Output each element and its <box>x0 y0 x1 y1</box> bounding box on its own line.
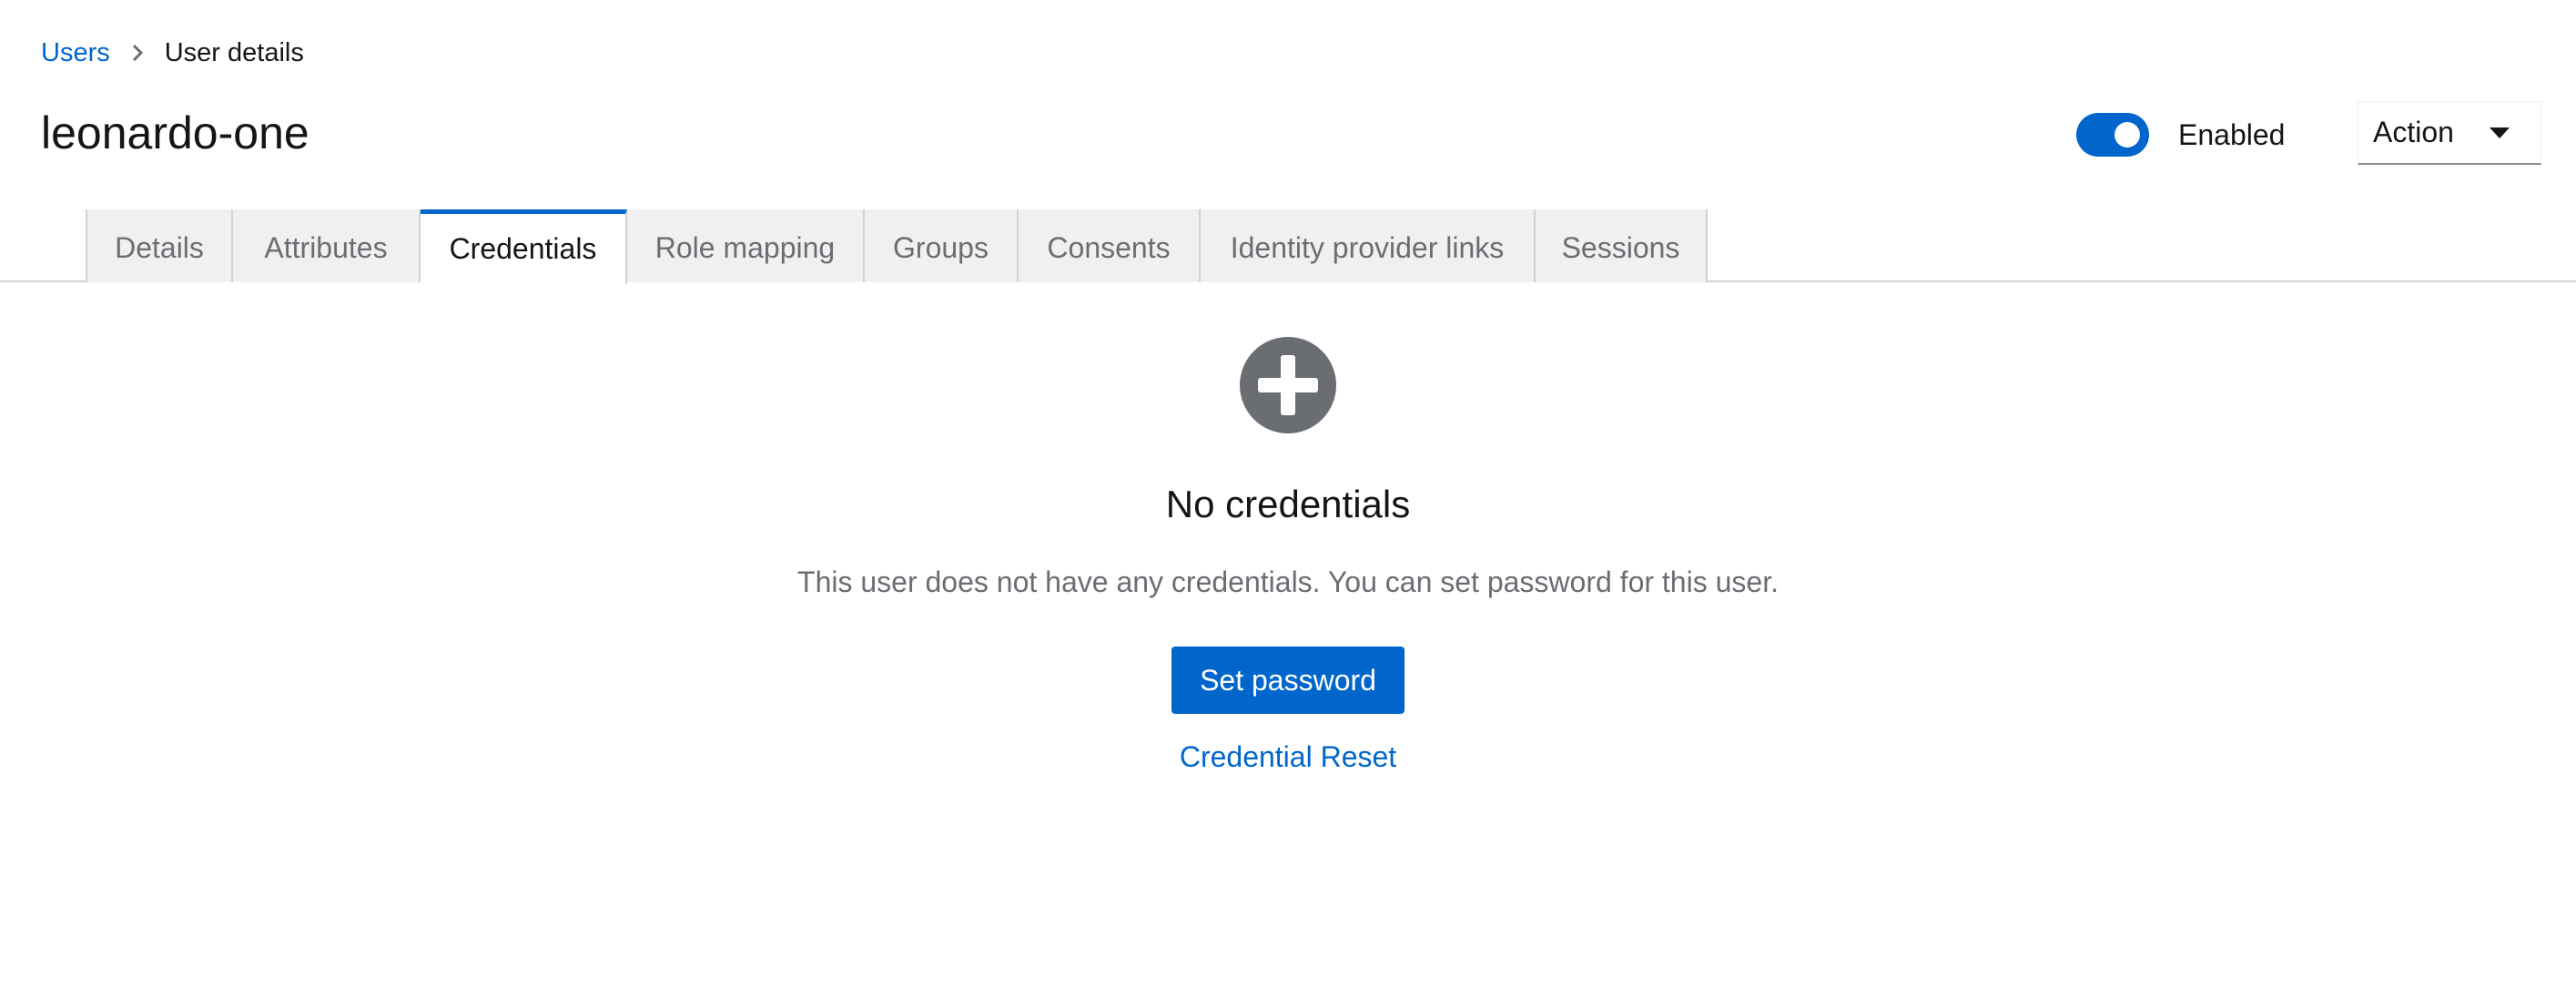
plus-circle-icon <box>1240 337 1336 433</box>
credential-reset-link[interactable]: Credential Reset <box>1180 736 1396 778</box>
breadcrumb-link-users[interactable]: Users <box>41 35 110 71</box>
tab-role-mapping[interactable]: Role mapping <box>627 209 865 282</box>
enabled-switch[interactable] <box>2076 113 2149 157</box>
empty-state-body: This user does not have any credentials.… <box>797 565 1779 598</box>
enabled-label: Enabled <box>2178 117 2286 151</box>
tabs-bar: Details Attributes Credentials Role mapp… <box>0 209 2576 284</box>
breadcrumb: Users User details <box>41 35 304 71</box>
tab-sessions[interactable]: Sessions <box>1536 209 1708 282</box>
caret-down-icon <box>2490 127 2510 138</box>
tab-attributes[interactable]: Attributes <box>233 209 421 282</box>
chevron-right-icon <box>110 44 165 62</box>
empty-state: No credentials This user does not have a… <box>0 337 2576 778</box>
enabled-toggle-group: Enabled <box>2076 111 2285 158</box>
switch-knob <box>2115 122 2140 148</box>
set-password-button[interactable]: Set password <box>1171 647 1405 714</box>
tab-groups[interactable]: Groups <box>865 209 1019 282</box>
empty-state-title: No credentials <box>1165 483 1411 525</box>
tab-consents[interactable]: Consents <box>1019 209 1201 282</box>
tab-details[interactable]: Details <box>86 209 233 282</box>
tab-identity-provider-links[interactable]: Identity provider links <box>1201 209 1536 282</box>
action-dropdown-label: Action <box>2373 116 2454 148</box>
tab-list: Details Attributes Credentials Role mapp… <box>86 209 1708 284</box>
tab-credentials[interactable]: Credentials <box>421 209 627 284</box>
breadcrumb-current: User details <box>164 38 304 67</box>
action-dropdown[interactable]: Action <box>2358 101 2541 165</box>
page-title: leonardo-one <box>41 107 309 158</box>
